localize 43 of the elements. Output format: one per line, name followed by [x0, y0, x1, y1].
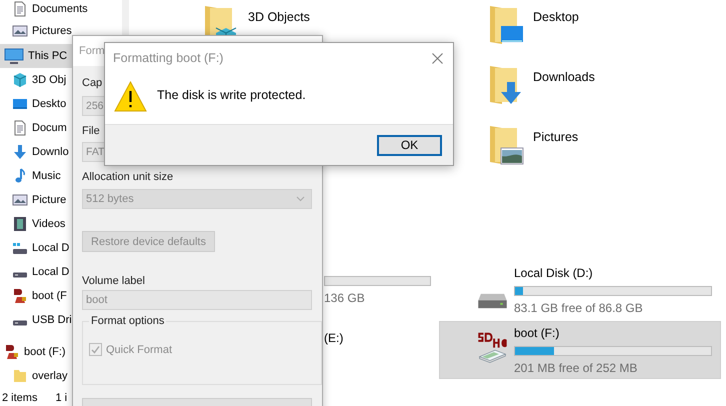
drive-usage: 83.1 GB free of 86.8 GB [514, 301, 644, 315]
drive-label[interactable]: (E:) [324, 331, 440, 345]
folder-label[interactable]: Desktop [533, 4, 579, 24]
item-count: 2 items [2, 392, 38, 404]
computer-icon [4, 48, 24, 64]
sidebar-item[interactable]: Documents [0, 0, 122, 20]
drive-tile[interactable]: boot (F:) 201 MB free of 252 MB [440, 322, 720, 378]
sidebar-item[interactable]: Pictures [0, 20, 122, 42]
folder-icon [12, 368, 28, 384]
sd-card-icon [12, 288, 28, 304]
group-title: Format options [89, 315, 166, 327]
drive-name: boot (F:) [514, 326, 560, 340]
ok-button[interactable]: OK [377, 134, 442, 156]
field-label: Volume label [82, 274, 145, 288]
drive-icon [12, 272, 28, 278]
sd-card-icon [4, 344, 20, 360]
drive-tile[interactable]: Local Disk (D:) 83.1 GB free of 86.8 GB [440, 262, 720, 318]
folder-label[interactable]: Downloads [533, 64, 595, 84]
sidebar-item[interactable]: overlay [0, 364, 122, 388]
picture-icon [12, 23, 28, 39]
document-icon [12, 120, 28, 136]
drive-usage: 201 MB free of 252 MB [514, 361, 638, 375]
down-arrow-icon [12, 144, 28, 160]
cube-icon [12, 72, 28, 88]
desktop-icon [12, 96, 28, 112]
drive-usage: 136 GB [324, 291, 366, 305]
close-icon[interactable] [432, 52, 443, 64]
drive-icon [12, 320, 28, 326]
picture-icon [12, 192, 28, 208]
dialog-title: Form [79, 45, 105, 57]
field-label: Allocation unit size [82, 170, 174, 184]
check-icon [91, 345, 100, 354]
film-icon [12, 216, 28, 232]
warning-icon [114, 81, 147, 112]
field-label: Cap [82, 76, 102, 90]
field-label: File [82, 124, 100, 138]
chevron-down-icon [296, 196, 305, 202]
selection-count: 1 i [55, 392, 68, 404]
folder-label[interactable]: Pictures [533, 124, 578, 144]
drive-name: Local Disk (D:) [514, 266, 594, 280]
folder-label[interactable]: 3D Objects [248, 4, 310, 24]
message-text: The disk is write protected. [157, 88, 306, 104]
drive-icon [12, 240, 28, 256]
